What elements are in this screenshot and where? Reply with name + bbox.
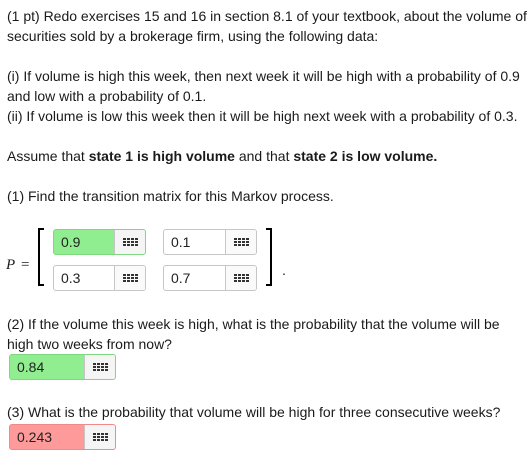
answer-3-value[interactable]: 0.243	[10, 425, 84, 449]
equation-editor-grid-icon	[233, 238, 249, 246]
matrix-entry-1-1[interactable]: 0.9	[53, 229, 146, 255]
matrix-entry-2-1-value[interactable]: 0.3	[54, 266, 114, 290]
matrix-left-bracket	[38, 228, 44, 286]
question-1: (1) Find the transition matrix for this …	[7, 188, 334, 204]
equation-editor-button[interactable]	[225, 230, 256, 254]
equation-editor-button[interactable]	[84, 425, 115, 449]
matrix-right-bracket	[266, 228, 272, 286]
matrix-entry-1-1-value[interactable]: 0.9	[54, 230, 114, 254]
assumption-text: Assume that state 1 is high volume and t…	[7, 146, 527, 166]
matrix-period: .	[282, 262, 286, 278]
state-2-label: state 2 is low volume.	[293, 148, 438, 164]
matrix-equals-sign: =	[21, 257, 30, 273]
problem-intro: (1 pt) Redo exercises 15 and 16 in secti…	[7, 8, 527, 44]
answer-3-field[interactable]: 0.243	[9, 424, 116, 450]
question-3: (3) What is the probability that volume …	[7, 404, 501, 420]
equation-editor-button[interactable]	[114, 266, 145, 290]
equation-editor-button[interactable]	[225, 266, 256, 290]
state-1-label: state 1 is high volume	[88, 148, 235, 164]
matrix-entry-2-2-value[interactable]: 0.7	[164, 266, 225, 290]
equation-editor-grid-icon	[92, 363, 108, 371]
matrix-entry-2-1[interactable]: 0.3	[53, 265, 146, 291]
matrix-entry-1-2[interactable]: 0.1	[163, 229, 257, 255]
matrix-entry-1-2-value[interactable]: 0.1	[164, 230, 225, 254]
equation-editor-grid-icon	[233, 274, 249, 282]
assume-middle: and that	[234, 148, 294, 164]
condition-i: (i) If volume is high this week, then ne…	[7, 68, 520, 104]
matrix-entry-2-2[interactable]: 0.7	[163, 265, 257, 291]
answer-2-field[interactable]: 0.84	[9, 354, 116, 380]
matrix-p-symbol: P	[6, 257, 16, 273]
answer-2-value[interactable]: 0.84	[10, 355, 84, 379]
equation-editor-grid-icon	[122, 274, 138, 282]
equation-editor-grid-icon	[92, 433, 108, 441]
condition-ii: (ii) If volume is low this week then it …	[7, 108, 518, 124]
question-2: (2) If the volume this week is high, wha…	[7, 316, 500, 352]
equation-editor-grid-icon	[122, 238, 138, 246]
assume-prefix: Assume that	[7, 148, 89, 164]
equation-editor-button[interactable]	[84, 355, 115, 379]
equation-editor-button[interactable]	[114, 230, 145, 254]
